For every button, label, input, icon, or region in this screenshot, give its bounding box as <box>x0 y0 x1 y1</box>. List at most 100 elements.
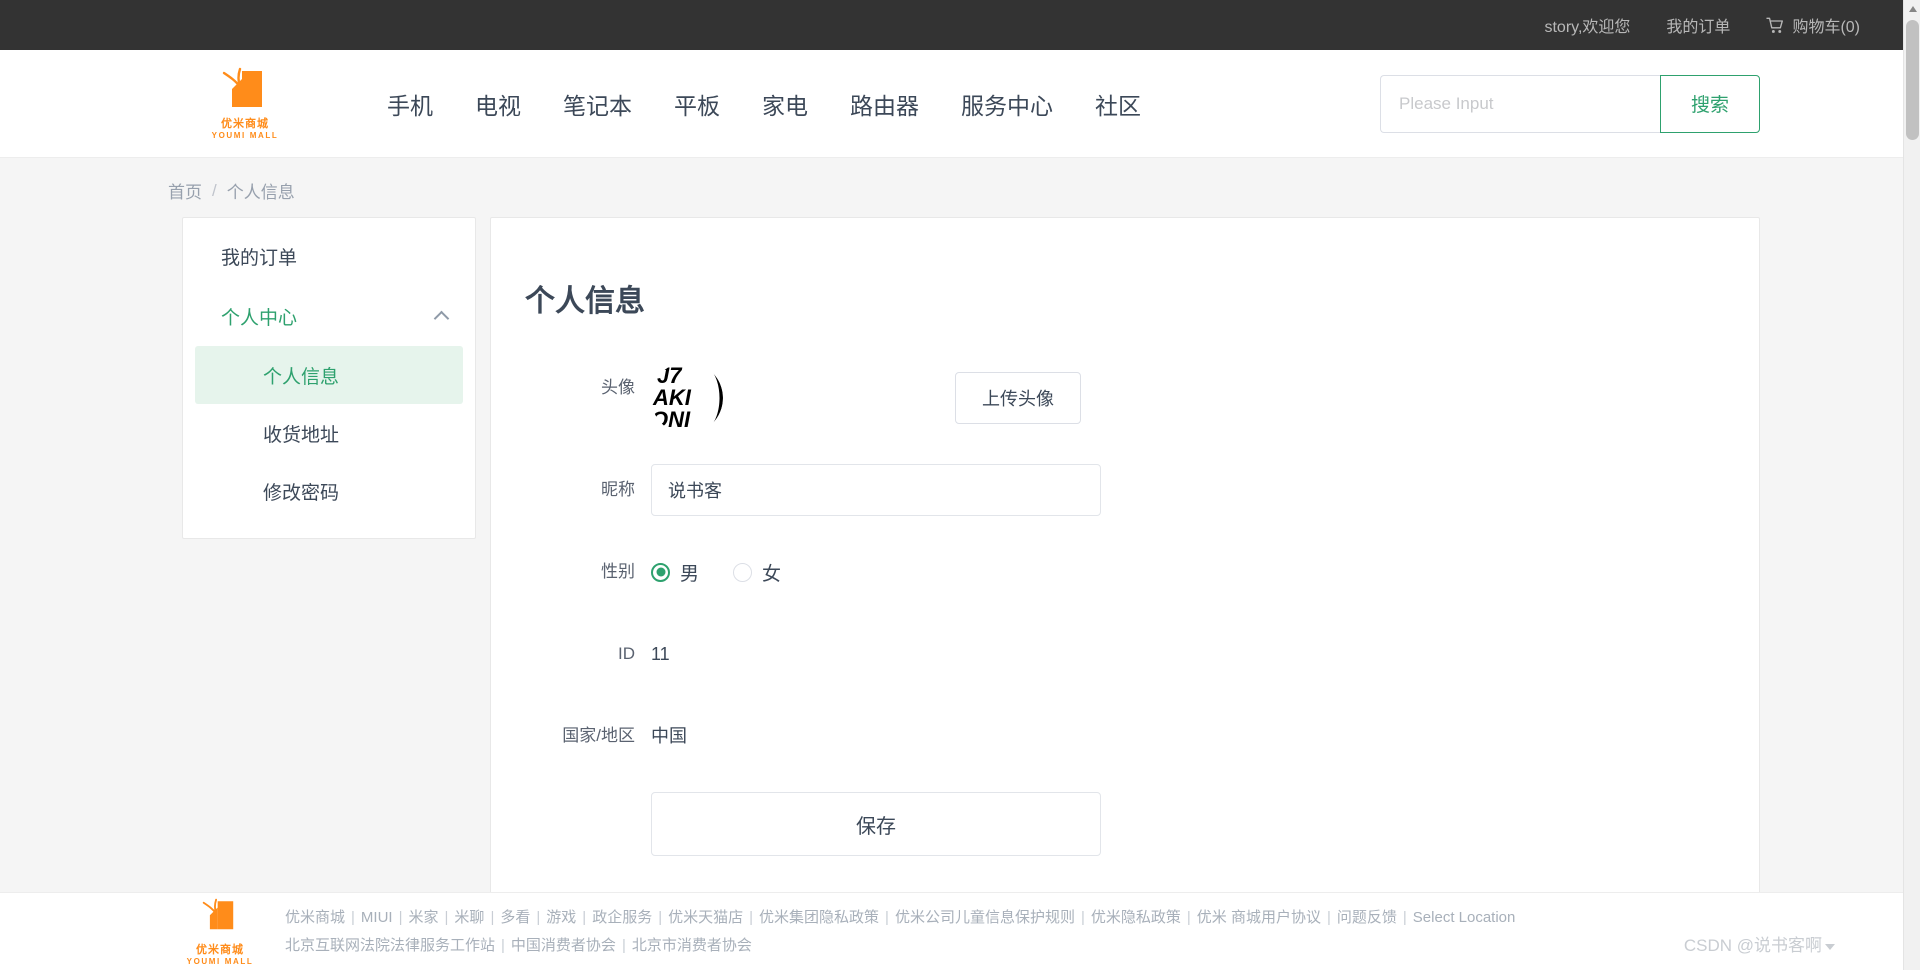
footer-link-internet-court-station[interactable]: 北京互联网法院法律服务工作站 <box>285 937 495 954</box>
footer-link-mijia[interactable]: 米家 <box>409 909 439 926</box>
footer-sep: | <box>749 908 754 926</box>
footer-link-children-info-protection[interactable]: 优米公司儿童信息保护规则 <box>895 909 1075 926</box>
csdn-watermark-text: CSDN @说书客啊 <box>1683 936 1822 955</box>
footer-link-miui[interactable]: MIUI <box>361 909 393 926</box>
avatar-label: 头像 <box>601 378 635 397</box>
nickname-label: 昵称 <box>601 480 635 499</box>
search-area: 搜索 <box>1380 74 1760 133</box>
sidebar-item-my-orders-label: 我的订单 <box>221 247 298 269</box>
scrollbar-thumb[interactable] <box>1906 20 1919 140</box>
nav-item-appliance[interactable]: 家电 <box>760 81 810 127</box>
chevron-up-icon <box>433 310 450 326</box>
footer-sep: | <box>621 936 626 954</box>
footer-sep: | <box>398 908 403 926</box>
profile-panel: 个人信息 头像 J7 AKI ONI 上传头像 昵称 说书客 性别 男 女 ID… <box>490 217 1760 947</box>
shopping-cart-icon <box>1766 17 1785 34</box>
sidebar-item-personal-info[interactable]: 个人信息 <box>195 346 463 404</box>
breadcrumb-current: 个人信息 <box>226 183 295 202</box>
footer-link-duokan[interactable]: 多看 <box>500 909 530 926</box>
footer-link-youmi-mall[interactable]: 优米商城 <box>285 909 345 926</box>
footer-link-feedback[interactable]: 问题反馈 <box>1337 909 1397 926</box>
avatar[interactable]: J7 AKI ONI <box>651 362 723 434</box>
footer-link-tmall-store[interactable]: 优米天猫店 <box>668 909 743 926</box>
form-row-country: 国家/地区 中国 <box>491 710 1759 762</box>
nav-item-community[interactable]: 社区 <box>1093 81 1143 127</box>
radio-unselected-icon <box>733 562 753 582</box>
breadcrumb: 首页 / 个人信息 <box>0 158 1920 217</box>
sidebar-item-shipping-address[interactable]: 收货地址 <box>195 404 463 462</box>
footer-link-games[interactable]: 游戏 <box>546 909 576 926</box>
search-button[interactable]: 搜索 <box>1660 74 1760 133</box>
save-button[interactable]: 保存 <box>651 792 1101 856</box>
footer-links: 优米商城 | MIUI | 米家 | 米聊 | 多看 | 游戏 | 政企服务 | 优米天猫店 | 优米集团隐私政… <box>285 904 1515 960</box>
shopping-cart-label: 购物车(0) <box>1792 19 1860 36</box>
footer-sep: | <box>501 936 505 954</box>
gender-radio-group: 男 女 <box>651 546 781 598</box>
footer-sep: | <box>490 908 495 926</box>
site-logo[interactable]: 优米商城 YOUMI MALL <box>185 67 305 140</box>
sidebar-item-shipping-address-label: 收货地址 <box>263 424 340 446</box>
nav-item-tv[interactable]: 电视 <box>473 81 523 127</box>
sidebar-item-change-password-label: 修改密码 <box>263 482 340 504</box>
footer-logo-text-en: YOUMI MALL <box>186 956 254 966</box>
nav-item-laptop[interactable]: 笔记本 <box>561 81 634 127</box>
nav-item-phone[interactable]: 手机 <box>385 81 435 127</box>
search-input[interactable] <box>1380 74 1660 133</box>
top-utility-bar: story,欢迎您 我的订单 购物车(0) <box>0 0 1920 50</box>
logo-text-en: YOUMI MALL <box>211 131 279 140</box>
nickname-input[interactable] <box>651 464 1101 516</box>
profile-form: 头像 J7 AKI ONI 上传头像 昵称 说书客 性别 男 女 ID 11 国… <box>491 362 1759 856</box>
footer-logo[interactable]: 优米商城 YOUMI MALL <box>185 898 255 966</box>
triangle-up-icon <box>1908 5 1917 12</box>
footer-link-miliao[interactable]: 米聊 <box>454 909 484 926</box>
shopping-cart-link[interactable]: 购物车(0) <box>1766 13 1860 37</box>
footer-logo-text-cn: 优米商城 <box>196 943 244 956</box>
breadcrumb-separator: / <box>212 180 217 200</box>
sidebar-item-my-orders[interactable]: 我的订单 <box>183 226 475 286</box>
gender-radio-female[interactable]: 女 <box>733 559 781 586</box>
footer-youmi-mall-logo-icon <box>199 898 241 939</box>
footer-link-group-privacy-policy[interactable]: 优米集团隐私政策 <box>759 909 879 926</box>
form-row-nickname: 昵称 <box>491 464 1759 516</box>
form-row-gender: 性别 男 女 <box>491 546 1759 598</box>
page-layout: 我的订单 个人中心 个人信息 收货地址 修改密码 个人信息 头像 J7 AKI … <box>0 217 1920 947</box>
breadcrumb-home[interactable]: 首页 <box>168 178 202 203</box>
scrollbar-up-arrow[interactable] <box>1904 0 1920 17</box>
footer-sep: | <box>536 908 541 926</box>
footer-link-privacy-policy[interactable]: 优米隐私政策 <box>1091 909 1181 926</box>
welcome-user-label[interactable]: story,欢迎您 <box>1544 13 1630 37</box>
nav-item-router[interactable]: 路由器 <box>848 81 921 127</box>
footer-link-select-location[interactable]: Select Location <box>1413 909 1516 926</box>
sidebar-item-personal-info-label: 个人信息 <box>263 366 340 388</box>
footer-sep: | <box>1326 908 1331 926</box>
footer-sep: | <box>658 908 663 926</box>
nav-item-service-center[interactable]: 服务中心 <box>959 81 1055 127</box>
gender-radio-male[interactable]: 男 <box>651 559 699 586</box>
svg-text:ONI: ONI <box>651 407 691 432</box>
footer-link-china-consumers-association[interactable]: 中国消费者协会 <box>511 937 616 954</box>
footer-sep: | <box>1080 908 1085 926</box>
site-footer: 优米商城 YOUMI MALL 优米商城 | MIUI | 米家 | 米聊 | 多看 | 游戏 | 政企… <box>0 892 1920 970</box>
site-header: 优米商城 YOUMI MALL 手机 电视 笔记本 平板 家电 路由器 服务中心… <box>0 50 1920 158</box>
form-row-id: ID 11 <box>491 628 1759 680</box>
footer-sep: | <box>1186 908 1191 926</box>
form-row-save: 保存 <box>491 792 1759 856</box>
footer-link-user-agreement[interactable]: 优米 商城用户协议 <box>1197 909 1321 926</box>
upload-avatar-button[interactable]: 上传头像 <box>955 372 1081 424</box>
sidebar-item-change-password[interactable]: 修改密码 <box>195 462 463 520</box>
id-value: 11 <box>651 644 670 664</box>
radio-selected-icon <box>651 562 670 582</box>
caret-down-icon <box>1825 944 1835 950</box>
page-scrollbar[interactable] <box>1903 0 1920 970</box>
my-orders-link[interactable]: 我的订单 <box>1666 13 1730 37</box>
footer-link-beijing-consumers-association[interactable]: 北京市消费者协会 <box>632 937 752 954</box>
footer-sep: | <box>582 908 587 926</box>
sidebar-group-personal-center[interactable]: 个人中心 <box>183 286 475 346</box>
id-label: ID <box>618 644 635 663</box>
nav-item-tablet[interactable]: 平板 <box>672 81 722 127</box>
youmi-mall-logo-icon <box>218 67 272 113</box>
footer-link-gov-enterprise-service[interactable]: 政企服务 <box>592 909 652 926</box>
sidebar-menu: 我的订单 个人中心 个人信息 收货地址 修改密码 <box>182 217 476 539</box>
footer-sep: | <box>351 908 355 926</box>
gender-radio-male-label: 男 <box>680 563 700 585</box>
